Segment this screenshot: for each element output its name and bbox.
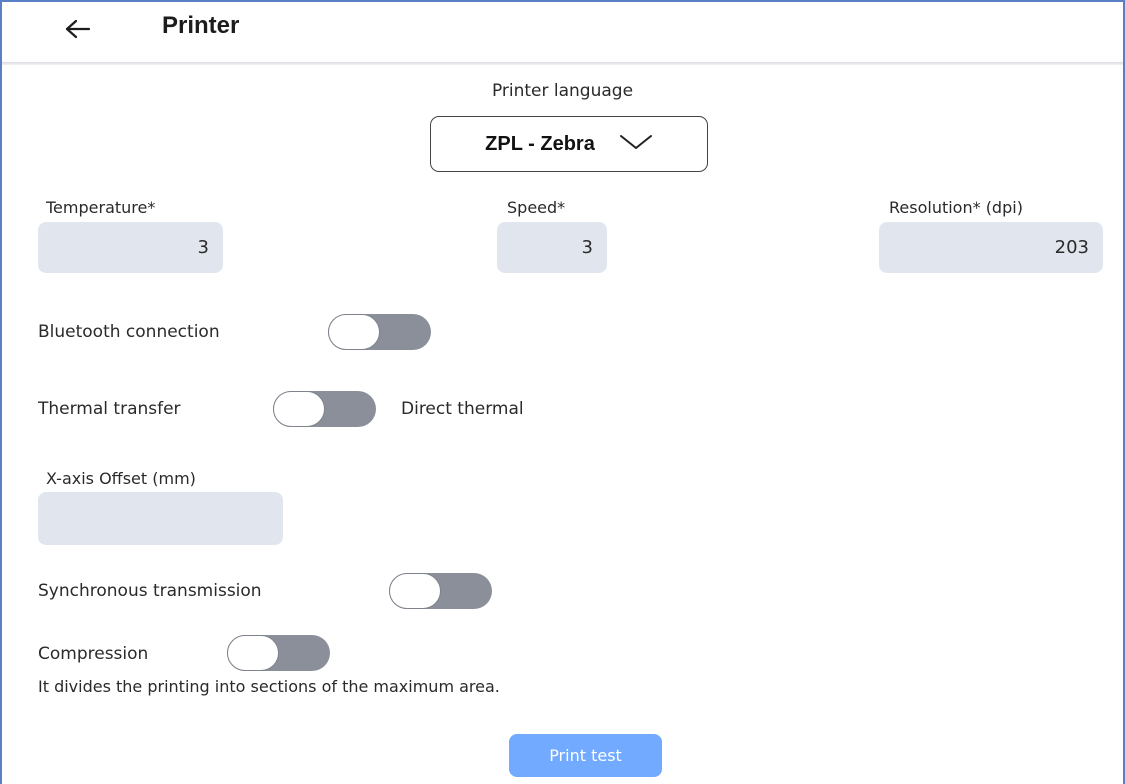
print-test-button[interactable]: Print test — [509, 734, 662, 777]
resolution-input[interactable]: 203 — [879, 222, 1103, 273]
app-header: Printer — [2, 2, 1123, 62]
x-offset-input[interactable] — [38, 492, 283, 545]
bluetooth-toggle[interactable] — [328, 314, 431, 350]
arrow-left-icon — [65, 19, 91, 43]
speed-value: 3 — [581, 237, 593, 258]
back-button[interactable] — [58, 14, 98, 48]
toggle-knob — [227, 635, 279, 671]
page-title: Printer — [162, 12, 240, 39]
chevron-down-icon — [619, 133, 653, 155]
resolution-label: Resolution* (dpi) — [889, 198, 1023, 217]
printer-language-label: Printer language — [491, 81, 634, 101]
x-offset-label: X-axis Offset (mm) — [46, 469, 196, 488]
printer-language-value: ZPL - Zebra — [485, 132, 595, 155]
speed-input[interactable]: 3 — [497, 222, 607, 273]
temperature-value: 3 — [197, 237, 209, 258]
speed-label: Speed* — [507, 198, 566, 217]
compression-toggle[interactable] — [227, 635, 330, 671]
temperature-label: Temperature* — [46, 198, 156, 217]
toggle-knob — [389, 573, 441, 609]
compression-hint: It divides the printing into sections of… — [38, 677, 500, 696]
temperature-input[interactable]: 3 — [38, 222, 223, 273]
compression-label: Compression — [38, 644, 149, 664]
sync-transmission-toggle[interactable] — [389, 573, 492, 609]
resolution-value: 203 — [1054, 237, 1089, 258]
thermal-mode-toggle[interactable] — [273, 391, 376, 427]
header-divider — [2, 62, 1123, 65]
sync-transmission-label: Synchronous transmission — [38, 581, 262, 601]
toggle-knob — [273, 391, 325, 427]
printer-language-select[interactable]: ZPL - Zebra — [430, 116, 708, 172]
toggle-knob — [328, 314, 380, 350]
direct-thermal-label: Direct thermal — [401, 399, 524, 419]
thermal-transfer-label: Thermal transfer — [38, 399, 181, 419]
bluetooth-label: Bluetooth connection — [38, 322, 220, 342]
window-frame-left — [0, 0, 2, 784]
